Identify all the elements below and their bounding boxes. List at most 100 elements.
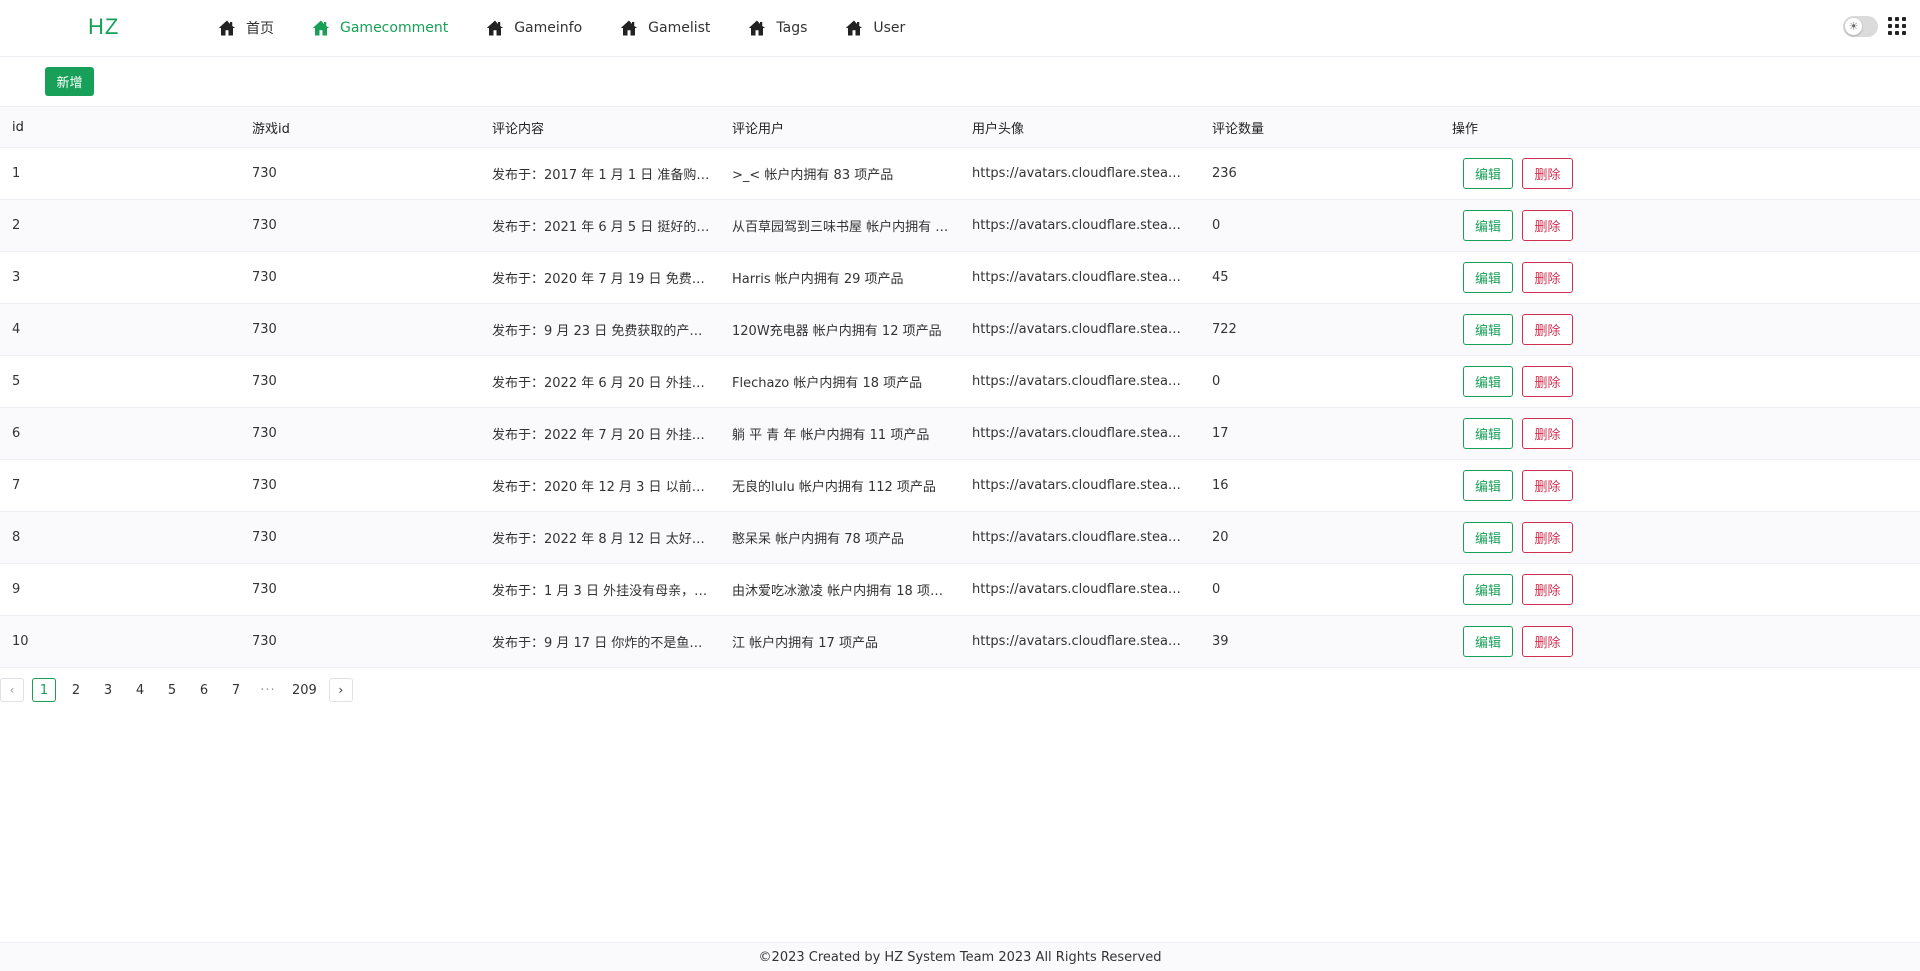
cell-content: 发布于：2022 年 8 月 12 日 太好玩... xyxy=(492,532,718,547)
nav-item-gamelist[interactable]: Gamelist xyxy=(620,19,710,37)
cell-count: 20 xyxy=(1212,530,1229,545)
cell-count: 39 xyxy=(1212,634,1229,649)
delete-button[interactable]: 删除 xyxy=(1522,418,1573,449)
delete-button[interactable]: 删除 xyxy=(1522,158,1573,189)
table-row: 8 730 发布于：2022 年 8 月 12 日 太好玩... 憨呆呆 帐户内拥有 … xyxy=(0,512,1920,564)
home-icon xyxy=(312,19,330,37)
delete-button[interactable]: 删除 xyxy=(1522,210,1573,241)
edit-button[interactable]: 编辑 xyxy=(1463,418,1513,449)
edit-button[interactable]: 编辑 xyxy=(1463,574,1513,605)
add-button[interactable]: 新增 xyxy=(45,67,94,96)
delete-button[interactable]: 删除 xyxy=(1522,522,1573,553)
cell-user: 无良的lulu 帐户内拥有 112 项产品 xyxy=(732,480,936,495)
prev-page-button[interactable]: ‹ xyxy=(0,678,24,702)
cell-id: 9 xyxy=(12,582,21,597)
page-button-5[interactable]: 5 xyxy=(160,678,184,702)
cell-avatar: https://avatars.cloudflare.steamsta... xyxy=(972,582,1200,597)
cell-count: 722 xyxy=(1212,322,1237,337)
cell-user: 从百草园驾到三味书屋 帐户内拥有 2... xyxy=(732,220,956,235)
nav-item-label: Tags xyxy=(776,20,808,36)
cell-content: 发布于：1 月 3 日 外挂没有母亲，这... xyxy=(492,584,720,599)
page-button-7[interactable]: 7 xyxy=(224,678,248,702)
theme-toggle[interactable]: ☀ xyxy=(1843,16,1878,37)
cell-count: 45 xyxy=(1212,270,1229,285)
home-icon xyxy=(620,19,638,37)
edit-button[interactable]: 编辑 xyxy=(1463,314,1513,345)
cell-content: 发布于：2021 年 6 月 5 日 挺好的，... xyxy=(492,220,720,235)
edit-button[interactable]: 编辑 xyxy=(1463,366,1513,397)
apps-grid-icon[interactable] xyxy=(1888,17,1906,35)
delete-button[interactable]: 删除 xyxy=(1522,314,1573,345)
table-row: 10 730 发布于：9 月 17 日 你炸的不是鱼，... 江 帐户内拥有 17 项… xyxy=(0,616,1920,668)
table-row: 2 730 发布于：2021 年 6 月 5 日 挺好的，... 从百草园驾到三味书屋… xyxy=(0,200,1920,252)
cell-count: 16 xyxy=(1212,478,1229,493)
cell-actions: 编辑 删除 xyxy=(1440,210,1582,241)
delete-button[interactable]: 删除 xyxy=(1522,262,1573,293)
nav-item-user[interactable]: User xyxy=(845,19,905,37)
delete-button[interactable]: 删除 xyxy=(1522,574,1573,605)
cell-avatar: https://avatars.cloudflare.steamsta... xyxy=(972,530,1200,545)
cell-avatar: https://avatars.cloudflare.steamsta... xyxy=(972,426,1200,441)
cell-actions: 编辑 删除 xyxy=(1440,314,1582,345)
column-header-count[interactable]: 评论数量 xyxy=(1200,118,1440,137)
page-button-3[interactable]: 3 xyxy=(96,678,120,702)
table-row: 1 730 发布于：2017 年 1 月 1 日 准备购买... >_< 帐户内拥有 … xyxy=(0,148,1920,200)
cell-content: 发布于：2020 年 12 月 3 日 以前我... xyxy=(492,480,718,495)
nav-item-gameinfo[interactable]: Gameinfo xyxy=(486,19,582,37)
edit-button[interactable]: 编辑 xyxy=(1463,626,1513,657)
cell-game-id: 730 xyxy=(252,322,277,337)
edit-button[interactable]: 编辑 xyxy=(1463,262,1513,293)
delete-button[interactable]: 删除 xyxy=(1522,366,1573,397)
column-header-avatar[interactable]: 用户头像 xyxy=(960,118,1200,137)
home-icon xyxy=(218,19,236,37)
nav-item-label: Gameinfo xyxy=(514,20,583,36)
home-icon xyxy=(486,19,504,37)
delete-button[interactable]: 删除 xyxy=(1522,470,1573,501)
cell-id: 8 xyxy=(12,530,21,545)
cell-game-id: 730 xyxy=(252,166,277,181)
page-button-1[interactable]: 1 xyxy=(32,678,56,702)
pagination-ellipsis[interactable]: ··· xyxy=(256,678,280,702)
cell-game-id: 730 xyxy=(252,634,277,649)
cell-actions: 编辑 删除 xyxy=(1440,626,1582,657)
next-page-button[interactable]: › xyxy=(328,678,353,702)
cell-count: 0 xyxy=(1212,218,1221,233)
cell-game-id: 730 xyxy=(252,218,277,233)
nav-item-home[interactable]: 首页 xyxy=(218,18,274,38)
delete-button[interactable]: 删除 xyxy=(1522,626,1573,657)
edit-button[interactable]: 编辑 xyxy=(1463,210,1513,241)
table-row: 5 730 发布于：2022 年 6 月 20 日 外挂没... Flechazo 帐… xyxy=(0,356,1920,408)
cell-user: 120W充电器 帐户内拥有 12 项产品 xyxy=(732,324,942,339)
table-row: 3 730 发布于：2020 年 7 月 19 日 免费获... Harris 帐户内… xyxy=(0,252,1920,304)
cell-id: 7 xyxy=(12,478,21,493)
column-header-id[interactable]: id xyxy=(0,120,240,135)
cell-actions: 编辑 删除 xyxy=(1440,262,1582,293)
home-icon xyxy=(845,19,863,37)
cell-game-id: 730 xyxy=(252,478,277,493)
cell-user: Flechazo 帐户内拥有 18 项产品 xyxy=(732,376,923,391)
home-icon xyxy=(748,19,766,37)
edit-button[interactable]: 编辑 xyxy=(1463,158,1513,189)
logo[interactable]: HZ xyxy=(88,14,119,40)
cell-user: 江 帐户内拥有 17 项产品 xyxy=(732,636,878,651)
column-header-user[interactable]: 评论用户 xyxy=(720,118,960,137)
cell-game-id: 730 xyxy=(252,530,277,545)
cell-id: 6 xyxy=(12,426,21,441)
cell-content: 发布于：9 月 23 日 免费获取的产品 ... xyxy=(492,324,719,339)
cell-actions: 编辑 删除 xyxy=(1440,158,1582,189)
edit-button[interactable]: 编辑 xyxy=(1463,470,1513,501)
edit-button[interactable]: 编辑 xyxy=(1463,522,1513,553)
page-button-4[interactable]: 4 xyxy=(128,678,152,702)
page-button-last[interactable]: 209 xyxy=(288,678,321,702)
cell-id: 3 xyxy=(12,270,21,285)
table-row: 7 730 发布于：2020 年 12 月 3 日 以前我... 无良的lulu 帐户… xyxy=(0,460,1920,512)
column-header-game-id[interactable]: 游戏id xyxy=(240,118,480,137)
page-button-2[interactable]: 2 xyxy=(64,678,88,702)
cell-game-id: 730 xyxy=(252,582,277,597)
page-button-6[interactable]: 6 xyxy=(192,678,216,702)
table-row: 6 730 发布于：2022 年 7 月 20 日 外挂没... 躺 平 青 年 帐户… xyxy=(0,408,1920,460)
comments-table: id 游戏id 评论内容 评论用户 用户头像 评论数量 操作 1 730 发布于：2… xyxy=(0,106,1920,668)
column-header-content[interactable]: 评论内容 xyxy=(480,118,720,137)
nav-item-gamecomment[interactable]: Gamecomment xyxy=(312,19,448,37)
nav-item-tags[interactable]: Tags xyxy=(748,19,807,37)
